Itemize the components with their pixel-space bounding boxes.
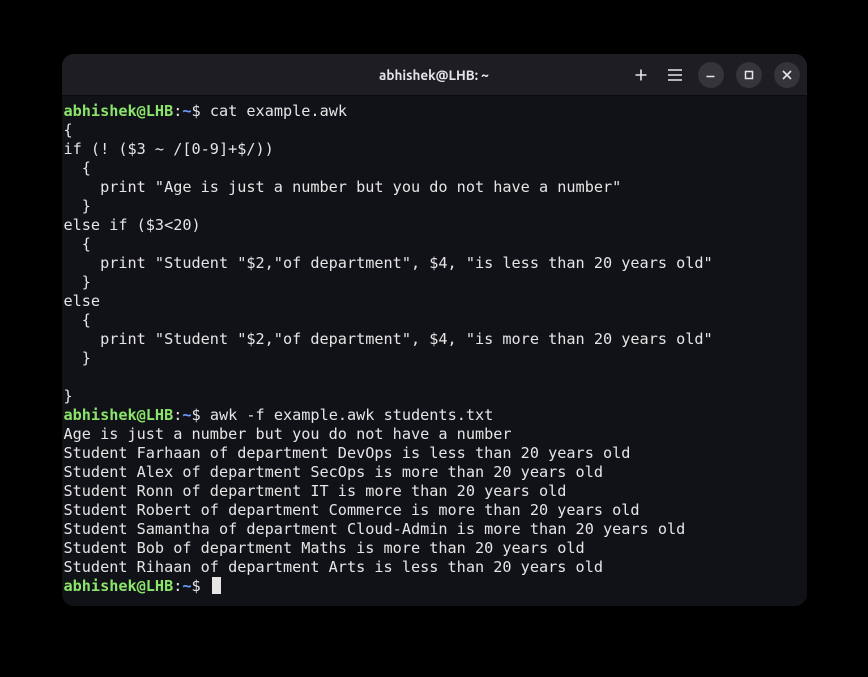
- script-line: {: [64, 311, 91, 329]
- command-text: cat example.awk: [210, 102, 347, 120]
- prompt-line: abhishek@LHB:~$ cat example.awk: [64, 102, 348, 120]
- output-line: Age is just a number but you do not have…: [64, 425, 512, 443]
- script-line: }: [64, 349, 91, 367]
- script-line: print "Student "$2,"of department", $4, …: [64, 330, 713, 348]
- script-line: else if ($3<20): [64, 216, 201, 234]
- output-line: Student Farhaan of department DevOps is …: [64, 444, 631, 462]
- script-line: }: [64, 197, 91, 215]
- prompt-path: ~: [182, 577, 191, 595]
- output-line: Student Bob of department Maths is more …: [64, 539, 585, 557]
- script-line: if (! ($3 ~ /[0-9]+$/)): [64, 140, 274, 158]
- terminal-window: abhishek@LHB: ~ abhishek@LHB:~$ cat exam…: [62, 54, 807, 606]
- minimize-button[interactable]: [698, 62, 724, 88]
- terminal-body[interactable]: abhishek@LHB:~$ cat example.awk { if (! …: [62, 96, 807, 606]
- output-line: Student Ronn of department IT is more th…: [64, 482, 567, 500]
- prompt-line: abhishek@LHB:~$: [64, 577, 210, 595]
- prompt-line: abhishek@LHB:~$ awk -f example.awk stude…: [64, 406, 494, 424]
- output-line: Student Rihaan of department Arts is les…: [64, 558, 603, 576]
- window-title: abhishek@LHB: ~: [379, 67, 489, 83]
- script-line: }: [64, 387, 73, 405]
- script-line: print "Age is just a number but you do n…: [64, 178, 622, 196]
- cursor: [212, 577, 221, 594]
- script-line: {: [64, 121, 73, 139]
- command-text: awk -f example.awk students.txt: [210, 406, 493, 424]
- menu-icon[interactable]: [664, 65, 686, 85]
- script-line: print "Student "$2,"of department", $4, …: [64, 254, 713, 272]
- output-line: Student Robert of department Commerce is…: [64, 501, 640, 519]
- prompt-user: abhishek@LHB: [64, 102, 174, 120]
- titlebar-controls: [630, 62, 800, 88]
- script-line: }: [64, 273, 91, 291]
- script-line: else: [64, 292, 101, 310]
- titlebar: abhishek@LHB: ~: [62, 54, 807, 96]
- maximize-button[interactable]: [736, 62, 762, 88]
- output-line: Student Samantha of department Cloud-Adm…: [64, 520, 686, 538]
- prompt-user: abhishek@LHB: [64, 577, 174, 595]
- new-tab-icon[interactable]: [630, 64, 652, 86]
- output-line: Student Alex of department SecOps is mor…: [64, 463, 603, 481]
- script-line: {: [64, 235, 91, 253]
- prompt-path: ~: [182, 406, 191, 424]
- close-button[interactable]: [774, 62, 800, 88]
- script-line: {: [64, 159, 91, 177]
- prompt-path: ~: [182, 102, 191, 120]
- prompt-user: abhishek@LHB: [64, 406, 174, 424]
